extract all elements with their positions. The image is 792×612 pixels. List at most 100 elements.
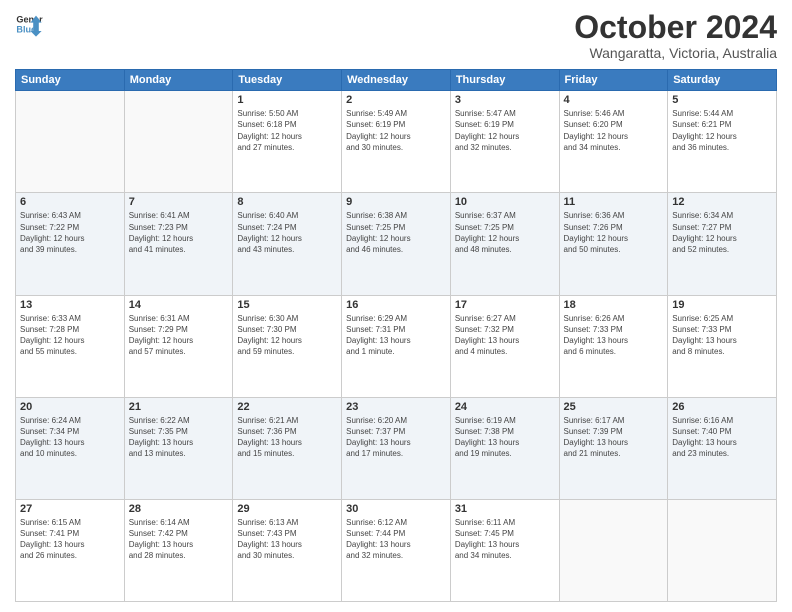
day-number: 30 <box>346 503 446 515</box>
day-info: Sunrise: 5:44 AM Sunset: 6:21 PM Dayligh… <box>672 108 772 153</box>
table-row: 19Sunrise: 6:25 AM Sunset: 7:33 PM Dayli… <box>668 295 777 397</box>
page: General Blue October 2024 Wangaratta, Vi… <box>0 0 792 612</box>
title-block: October 2024 Wangaratta, Victoria, Austr… <box>574 10 777 61</box>
day-number: 18 <box>564 299 664 311</box>
day-info: Sunrise: 6:22 AM Sunset: 7:35 PM Dayligh… <box>129 415 229 460</box>
table-row: 3 Sunrise: 5:47 AM Sunset: 6:19 PM Daylig… <box>450 91 559 193</box>
table-row: 29Sunrise: 6:13 AM Sunset: 7:43 PM Dayli… <box>233 499 342 601</box>
day-info: Sunrise: 6:34 AM Sunset: 7:27 PM Dayligh… <box>672 210 772 255</box>
table-row: 28 Sunrise: 6:14 AM Sunset: 7:42 PM Dayli… <box>124 499 233 601</box>
table-row <box>124 91 233 193</box>
day-info: Sunrise: 6:37 AM Sunset: 7:25 PM Dayligh… <box>455 210 555 255</box>
day-number: 14 <box>129 299 229 311</box>
table-row: 8 Sunrise: 6:40 AM Sunset: 7:24 PM Daylig… <box>233 193 342 295</box>
table-row: 15Sunrise: 6:30 AM Sunset: 7:30 PM Dayli… <box>233 295 342 397</box>
day-info: Sunrise: 5:46 AM Sunset: 6:20 PM Dayligh… <box>564 108 664 153</box>
calendar-table: Sunday Monday Tuesday Wednesday Thursday… <box>15 69 777 602</box>
day-number: 16 <box>346 299 446 311</box>
day-number: 31 <box>455 503 555 515</box>
day-number: 24 <box>455 401 555 413</box>
day-number: 27 <box>20 503 120 515</box>
table-row <box>559 499 668 601</box>
day-number: 15 <box>237 299 337 311</box>
month-title: October 2024 <box>574 10 777 45</box>
day-number: 1 <box>237 94 337 106</box>
col-friday: Friday <box>559 70 668 91</box>
table-row: 23 Sunrise: 6:20 AM Sunset: 7:37 PM Dayli… <box>342 397 451 499</box>
table-row: 1Sunrise: 5:50 AM Sunset: 6:18 PM Daylig… <box>233 91 342 193</box>
day-info: Sunrise: 6:17 AM Sunset: 7:39 PM Dayligh… <box>564 415 664 460</box>
table-row: 10Sunrise: 6:37 AM Sunset: 7:25 PM Dayli… <box>450 193 559 295</box>
day-number: 4 <box>564 94 664 106</box>
table-row: 16 Sunrise: 6:29 AM Sunset: 7:31 PM Dayli… <box>342 295 451 397</box>
table-row: 11 Sunrise: 6:36 AM Sunset: 7:26 PM Dayli… <box>559 193 668 295</box>
day-info: Sunrise: 6:38 AM Sunset: 7:25 PM Dayligh… <box>346 210 446 255</box>
day-number: 8 <box>237 196 337 208</box>
calendar-week-row: 13Sunrise: 6:33 AM Sunset: 7:28 PM Dayli… <box>16 295 777 397</box>
day-info: Sunrise: 6:14 AM Sunset: 7:42 PM Dayligh… <box>129 517 229 562</box>
calendar-header-row: Sunday Monday Tuesday Wednesday Thursday… <box>16 70 777 91</box>
day-number: 25 <box>564 401 664 413</box>
calendar-week-row: 6Sunrise: 6:43 AM Sunset: 7:22 PM Daylig… <box>16 193 777 295</box>
day-info: Sunrise: 6:40 AM Sunset: 7:24 PM Dayligh… <box>237 210 337 255</box>
table-row: 6Sunrise: 6:43 AM Sunset: 7:22 PM Daylig… <box>16 193 125 295</box>
day-number: 29 <box>237 503 337 515</box>
calendar-week-row: 27 Sunrise: 6:15 AM Sunset: 7:41 PM Dayli… <box>16 499 777 601</box>
location-subtitle: Wangaratta, Victoria, Australia <box>574 45 777 61</box>
table-row: 13Sunrise: 6:33 AM Sunset: 7:28 PM Dayli… <box>16 295 125 397</box>
table-row: 24 Sunrise: 6:19 AM Sunset: 7:38 PM Dayli… <box>450 397 559 499</box>
table-row: 14Sunrise: 6:31 AM Sunset: 7:29 PM Dayli… <box>124 295 233 397</box>
table-row: 17 Sunrise: 6:27 AM Sunset: 7:32 PM Dayli… <box>450 295 559 397</box>
table-row: 5Sunrise: 5:44 AM Sunset: 6:21 PM Daylig… <box>668 91 777 193</box>
day-number: 9 <box>346 196 446 208</box>
day-number: 11 <box>564 196 664 208</box>
table-row: 2Sunrise: 5:49 AM Sunset: 6:19 PM Daylig… <box>342 91 451 193</box>
day-info: Sunrise: 6:36 AM Sunset: 7:26 PM Dayligh… <box>564 210 664 255</box>
day-number: 7 <box>129 196 229 208</box>
day-info: Sunrise: 6:25 AM Sunset: 7:33 PM Dayligh… <box>672 313 772 358</box>
table-row <box>668 499 777 601</box>
header: General Blue October 2024 Wangaratta, Vi… <box>15 10 777 61</box>
table-row: 21 Sunrise: 6:22 AM Sunset: 7:35 PM Dayli… <box>124 397 233 499</box>
day-number: 22 <box>237 401 337 413</box>
table-row: 4 Sunrise: 5:46 AM Sunset: 6:20 PM Daylig… <box>559 91 668 193</box>
table-row: 30 Sunrise: 6:12 AM Sunset: 7:44 PM Dayli… <box>342 499 451 601</box>
day-number: 17 <box>455 299 555 311</box>
col-sunday: Sunday <box>16 70 125 91</box>
day-info: Sunrise: 6:15 AM Sunset: 7:41 PM Dayligh… <box>20 517 120 562</box>
day-info: Sunrise: 6:12 AM Sunset: 7:44 PM Dayligh… <box>346 517 446 562</box>
day-number: 3 <box>455 94 555 106</box>
logo: General Blue <box>15 10 43 38</box>
day-number: 6 <box>20 196 120 208</box>
day-info: Sunrise: 6:20 AM Sunset: 7:37 PM Dayligh… <box>346 415 446 460</box>
col-thursday: Thursday <box>450 70 559 91</box>
table-row: 12 Sunrise: 6:34 AM Sunset: 7:27 PM Dayli… <box>668 193 777 295</box>
table-row <box>16 91 125 193</box>
day-number: 20 <box>20 401 120 413</box>
table-row: 22Sunrise: 6:21 AM Sunset: 7:36 PM Dayli… <box>233 397 342 499</box>
day-info: Sunrise: 6:33 AM Sunset: 7:28 PM Dayligh… <box>20 313 120 358</box>
table-row: 7Sunrise: 6:41 AM Sunset: 7:23 PM Daylig… <box>124 193 233 295</box>
day-number: 28 <box>129 503 229 515</box>
table-row: 20 Sunrise: 6:24 AM Sunset: 7:34 PM Dayli… <box>16 397 125 499</box>
col-saturday: Saturday <box>668 70 777 91</box>
day-number: 21 <box>129 401 229 413</box>
day-info: Sunrise: 5:47 AM Sunset: 6:19 PM Dayligh… <box>455 108 555 153</box>
table-row: 26Sunrise: 6:16 AM Sunset: 7:40 PM Dayli… <box>668 397 777 499</box>
day-info: Sunrise: 6:24 AM Sunset: 7:34 PM Dayligh… <box>20 415 120 460</box>
day-info: Sunrise: 6:27 AM Sunset: 7:32 PM Dayligh… <box>455 313 555 358</box>
day-info: Sunrise: 6:29 AM Sunset: 7:31 PM Dayligh… <box>346 313 446 358</box>
col-monday: Monday <box>124 70 233 91</box>
day-number: 23 <box>346 401 446 413</box>
col-tuesday: Tuesday <box>233 70 342 91</box>
day-info: Sunrise: 6:16 AM Sunset: 7:40 PM Dayligh… <box>672 415 772 460</box>
calendar-week-row: 1Sunrise: 5:50 AM Sunset: 6:18 PM Daylig… <box>16 91 777 193</box>
day-info: Sunrise: 6:11 AM Sunset: 7:45 PM Dayligh… <box>455 517 555 562</box>
day-info: Sunrise: 5:49 AM Sunset: 6:19 PM Dayligh… <box>346 108 446 153</box>
table-row: 27 Sunrise: 6:15 AM Sunset: 7:41 PM Dayli… <box>16 499 125 601</box>
day-number: 12 <box>672 196 772 208</box>
table-row: 9 Sunrise: 6:38 AM Sunset: 7:25 PM Daylig… <box>342 193 451 295</box>
day-info: Sunrise: 6:19 AM Sunset: 7:38 PM Dayligh… <box>455 415 555 460</box>
calendar-week-row: 20 Sunrise: 6:24 AM Sunset: 7:34 PM Dayli… <box>16 397 777 499</box>
table-row: 25 Sunrise: 6:17 AM Sunset: 7:39 PM Dayli… <box>559 397 668 499</box>
